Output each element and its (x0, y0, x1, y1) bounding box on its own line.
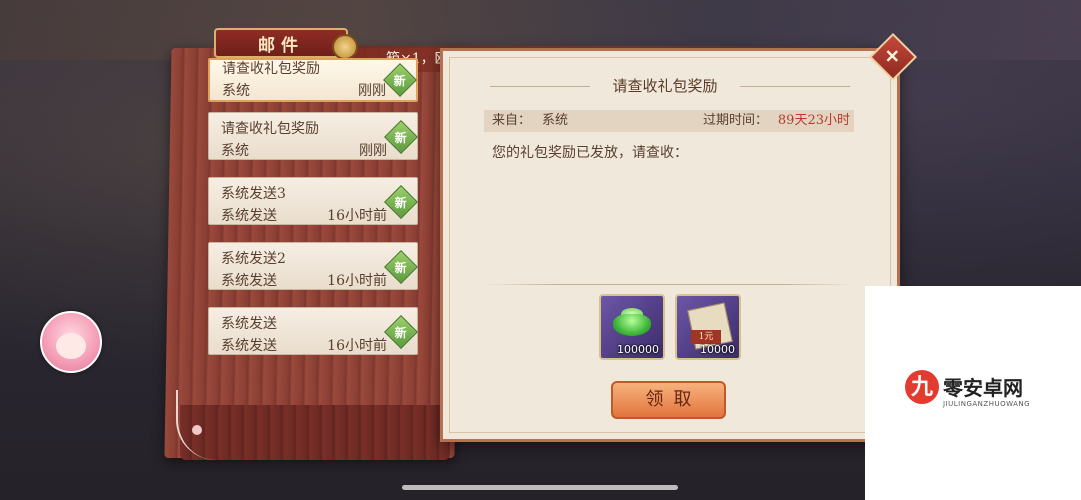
reward-item[interactable]: 1元 10000 (675, 294, 741, 360)
mail-item-sender: 系统 (221, 143, 249, 159)
mail-item[interactable]: 系统发送2 系统发送 16小时前 新 (208, 242, 418, 290)
expire-label: 过期时间： (702, 113, 768, 128)
new-badge-icon: 新 (383, 63, 417, 97)
mail-title-banner: 邮件 (214, 28, 348, 58)
jade-ingot-base (613, 314, 651, 336)
mail-item-time: 16小时前 (327, 338, 387, 354)
reward-quantity: 10000 (700, 343, 735, 356)
watermark-subtitle: JIULINGANZHUOWANG (943, 400, 1031, 408)
mail-item-sender: 系统 (222, 83, 250, 99)
reward-quantity: 100000 (617, 343, 659, 356)
mail-detail-title: 请查收礼包奖励 (612, 77, 718, 95)
watermark-name: 零安卓网 (943, 376, 1023, 400)
mail-item-time: 16小时前 (327, 208, 387, 224)
close-icon: ✕ (885, 46, 901, 68)
mail-item-title: 请查收礼包奖励 (221, 121, 319, 137)
content-divider (484, 284, 854, 285)
expire-value: 89天23小时 (777, 113, 850, 128)
mail-item-title: 系统发送3 (221, 186, 286, 202)
mail-item-sender: 系统发送 (221, 208, 277, 224)
mail-item-sender: 系统发送 (221, 273, 277, 289)
reward-item[interactable]: 100000 (599, 294, 665, 360)
mail-item-title: 请查收礼包奖励 (222, 61, 320, 77)
new-badge-icon: 新 (384, 315, 418, 349)
mail-item-time: 刚刚 (358, 83, 386, 99)
mail-item-time: 刚刚 (359, 143, 387, 159)
home-indicator[interactable] (402, 485, 678, 490)
new-badge-icon: 新 (384, 120, 418, 154)
mail-item[interactable]: 请查收礼包奖励 系统 刚刚 新 (208, 112, 418, 160)
mail-item[interactable]: 系统发送3 系统发送 16小时前 新 (208, 177, 418, 225)
claim-button[interactable]: 领取 (611, 381, 726, 419)
watermark-logo-icon: 九 (905, 370, 939, 404)
scroll-roll-icon (332, 34, 358, 60)
mail-item-sender: 系统发送 (221, 338, 277, 354)
reward-tag: 1元 (691, 330, 721, 344)
new-badge-icon: 新 (384, 250, 418, 284)
mail-body-text: 您的礼包奖励已发放，请查收： (492, 145, 688, 161)
from-label: 来自： (492, 113, 532, 128)
tassel-bead (192, 425, 202, 435)
mail-item-title: 系统发送 (221, 316, 277, 332)
from-value: 系统 (542, 113, 569, 128)
mail-item-title: 系统发送2 (221, 251, 286, 267)
avatar-face (56, 333, 86, 359)
mail-info-bar: 来自： 系统 过期时间： 89天23小时 (484, 110, 854, 132)
mail-item[interactable]: 请查收礼包奖励 系统 刚刚 新 (208, 58, 418, 102)
mail-item-time: 16小时前 (327, 273, 387, 289)
site-watermark: 九 零安卓网 JIULINGANZHUOWANG (865, 286, 1081, 500)
new-badge-icon: 新 (384, 185, 418, 219)
player-avatar[interactable] (40, 311, 102, 373)
mail-item[interactable]: 系统发送 系统发送 16小时前 新 (208, 307, 418, 355)
